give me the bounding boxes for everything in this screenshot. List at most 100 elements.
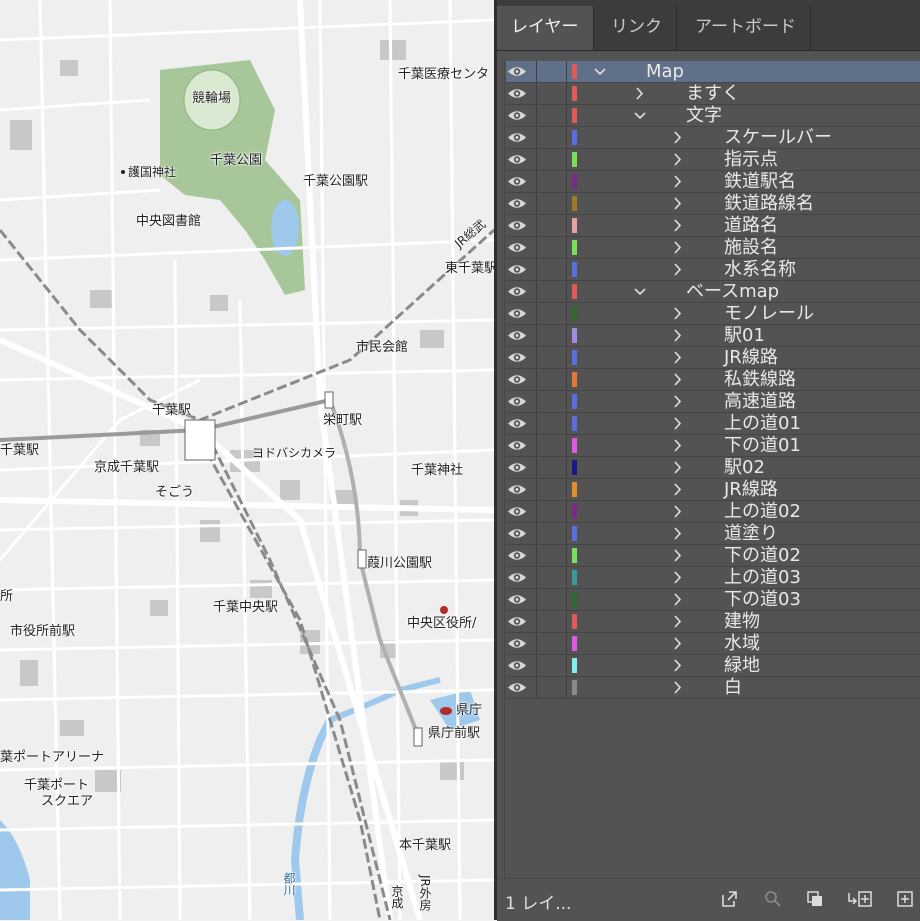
layer-name[interactable]: 水域 [724, 633, 760, 654]
layer-row[interactable]: 道塗り [506, 523, 920, 545]
layer-name[interactable]: JR線路 [724, 347, 778, 368]
chevron-right-icon[interactable] [670, 655, 686, 676]
search-icon[interactable] [763, 889, 783, 909]
layer-name[interactable]: 施設名 [724, 237, 778, 258]
chevron-right-icon[interactable] [670, 347, 686, 368]
layer-row[interactable]: 鉄道駅名 [506, 171, 920, 193]
layer-name[interactable]: 道路名 [724, 215, 778, 236]
layer-name[interactable]: 文字 [686, 105, 722, 126]
layer-name[interactable]: 建物 [724, 611, 760, 632]
chevron-down-icon[interactable] [592, 61, 608, 82]
layer-name[interactable]: 上の道01 [724, 413, 801, 434]
chevron-right-icon[interactable] [670, 369, 686, 390]
chevron-right-icon[interactable] [670, 303, 686, 324]
visibility-eye-icon[interactable] [506, 105, 528, 126]
chevron-right-icon[interactable] [670, 589, 686, 610]
layer-name[interactable]: ますく [686, 83, 740, 104]
layer-row[interactable]: 上の道02 [506, 501, 920, 523]
chevron-right-icon[interactable] [670, 325, 686, 346]
chevron-right-icon[interactable] [670, 391, 686, 412]
chevron-right-icon[interactable] [632, 83, 648, 104]
visibility-eye-icon[interactable] [506, 611, 528, 632]
visibility-eye-icon[interactable] [506, 655, 528, 676]
chevron-down-icon[interactable] [632, 105, 648, 126]
layer-row[interactable]: 下の道03 [506, 589, 920, 611]
layer-row[interactable]: 建物 [506, 611, 920, 633]
visibility-eye-icon[interactable] [506, 391, 528, 412]
visibility-eye-icon[interactable] [506, 567, 528, 588]
chevron-right-icon[interactable] [670, 413, 686, 434]
layer-row[interactable]: 道路名 [506, 215, 920, 237]
clip-mask-icon[interactable] [805, 889, 825, 909]
layer-row[interactable]: 水系名称 [506, 259, 920, 281]
chevron-right-icon[interactable] [670, 193, 686, 214]
layer-name[interactable]: 緑地 [724, 655, 760, 676]
layer-row[interactable]: 文字 [506, 105, 920, 127]
chevron-right-icon[interactable] [670, 149, 686, 170]
layer-name[interactable]: 下の道01 [724, 435, 801, 456]
layer-name[interactable]: 駅01 [724, 325, 765, 346]
visibility-eye-icon[interactable] [506, 347, 528, 368]
chevron-down-icon[interactable] [632, 281, 648, 302]
layer-row[interactable]: JR線路 [506, 347, 920, 369]
layer-name[interactable]: 上の道02 [724, 501, 801, 522]
visibility-eye-icon[interactable] [506, 435, 528, 456]
chevron-right-icon[interactable] [670, 215, 686, 236]
layer-row[interactable]: 駅01 [506, 325, 920, 347]
layer-name[interactable]: 白 [724, 677, 742, 698]
layer-row[interactable]: 高速道路 [506, 391, 920, 413]
layer-row[interactable]: 私鉄線路 [506, 369, 920, 391]
chevron-right-icon[interactable] [670, 127, 686, 148]
visibility-eye-icon[interactable] [506, 193, 528, 214]
layer-row[interactable]: ベースmap [506, 281, 920, 303]
visibility-eye-icon[interactable] [506, 413, 528, 434]
visibility-eye-icon[interactable] [506, 589, 528, 610]
layer-name[interactable]: 鉄道路線名 [724, 193, 814, 214]
visibility-eye-icon[interactable] [506, 259, 528, 280]
chevron-right-icon[interactable] [670, 479, 686, 500]
layer-name[interactable]: ベースmap [686, 281, 779, 302]
layer-name[interactable]: JR線路 [724, 479, 778, 500]
visibility-eye-icon[interactable] [506, 281, 528, 302]
layer-row[interactable]: 駅02 [506, 457, 920, 479]
visibility-eye-icon[interactable] [506, 545, 528, 566]
layer-row[interactable]: 上の道03 [506, 567, 920, 589]
layer-name[interactable]: 駅02 [724, 457, 765, 478]
layer-name[interactable]: 私鉄線路 [724, 369, 796, 390]
export-icon[interactable] [719, 889, 739, 909]
layer-name[interactable]: スケールバー [724, 127, 832, 148]
visibility-eye-icon[interactable] [506, 369, 528, 390]
tab-artboards[interactable]: アートボード [681, 6, 811, 50]
layer-row[interactable]: JR線路 [506, 479, 920, 501]
layer-row[interactable]: 下の道02 [506, 545, 920, 567]
visibility-eye-icon[interactable] [506, 83, 528, 104]
layer-row[interactable]: スケールバー [506, 127, 920, 149]
layer-row[interactable]: モノレール [506, 303, 920, 325]
tab-layers[interactable]: レイヤー [497, 6, 594, 50]
chevron-right-icon[interactable] [670, 633, 686, 654]
layer-row[interactable]: 緑地 [506, 655, 920, 677]
layer-name[interactable]: 道塗り [724, 523, 778, 544]
chevron-right-icon[interactable] [670, 457, 686, 478]
chevron-right-icon[interactable] [670, 259, 686, 280]
tab-links[interactable]: リンク [597, 6, 677, 50]
layer-name[interactable]: Map [646, 61, 684, 82]
visibility-eye-icon[interactable] [506, 457, 528, 478]
layer-row[interactable]: 下の道01 [506, 435, 920, 457]
layer-row[interactable]: 鉄道路線名 [506, 193, 920, 215]
layer-row[interactable]: 上の道01 [506, 413, 920, 435]
layer-row[interactable]: ますく [506, 83, 920, 105]
layer-name[interactable]: 高速道路 [724, 391, 796, 412]
visibility-eye-icon[interactable] [506, 237, 528, 258]
chevron-right-icon[interactable] [670, 171, 686, 192]
chevron-right-icon[interactable] [670, 567, 686, 588]
visibility-eye-icon[interactable] [506, 501, 528, 522]
layer-name[interactable]: 水系名称 [724, 259, 796, 280]
layer-row[interactable]: 指示点 [506, 149, 920, 171]
visibility-eye-icon[interactable] [506, 303, 528, 324]
layer-name[interactable]: 鉄道駅名 [724, 171, 796, 192]
visibility-eye-icon[interactable] [506, 127, 528, 148]
map-canvas[interactable]: 競輪場 護国神社 千葉公園 千葉公園駅 中央図書館 千葉医療センタ JR総武 東… [0, 0, 494, 920]
layer-row[interactable]: 施設名 [506, 237, 920, 259]
new-sublayer-icon[interactable] [847, 889, 873, 909]
